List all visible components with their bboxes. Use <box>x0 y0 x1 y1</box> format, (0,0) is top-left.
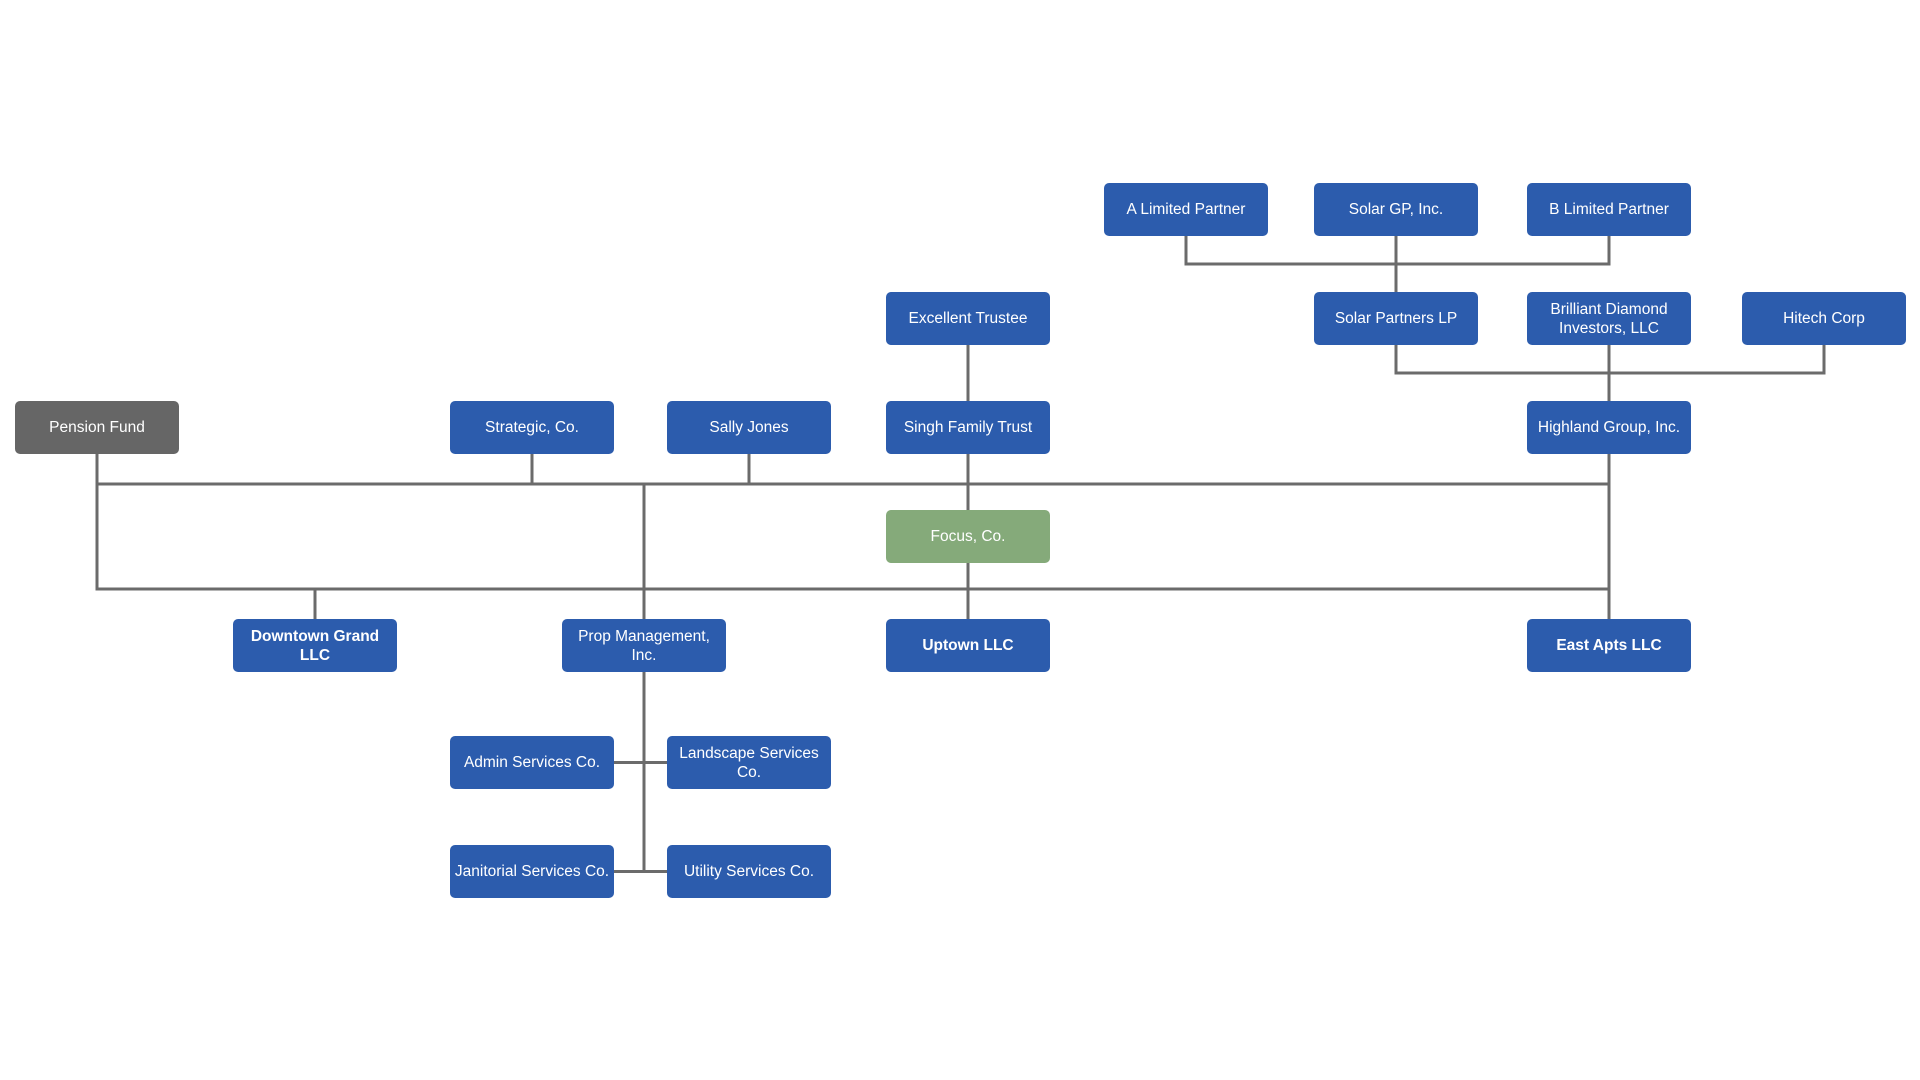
node-label: Excellent Trustee <box>908 310 1028 327</box>
node-label: B Limited Partner <box>1549 201 1669 218</box>
node-label: Strategic, Co. <box>485 419 579 436</box>
node-label: Pension Fund <box>49 419 145 436</box>
node-utility-services[interactable]: Utility Services Co. <box>667 845 831 898</box>
node-landscape-services[interactable]: Landscape Services Co. <box>667 736 831 789</box>
node-janitorial-services[interactable]: Janitorial Services Co. <box>450 845 614 898</box>
node-label: Highland Group, Inc. <box>1537 419 1681 436</box>
node-downtown-grand[interactable]: Downtown Grand LLC <box>233 619 397 672</box>
node-label: Brilliant Diamond Investors, LLC <box>1550 300 1668 337</box>
node-label: East Apts LLC <box>1556 637 1662 654</box>
node-label: Sally Jones <box>709 419 789 436</box>
node-label: Singh Family Trust <box>903 419 1033 436</box>
node-sally-jones[interactable]: Sally Jones <box>667 401 831 454</box>
node-label: Uptown LLC <box>922 637 1014 654</box>
node-focus-co[interactable]: Focus, Co. <box>886 510 1050 563</box>
node-label: Admin Services Co. <box>463 754 601 771</box>
node-label: Utility Services Co. <box>683 863 815 880</box>
node-brilliant-diamond[interactable]: Brilliant Diamond Investors, LLC <box>1527 292 1691 345</box>
node-label: Solar GP, Inc. <box>1348 201 1444 218</box>
node-strategic-co[interactable]: Strategic, Co. <box>450 401 614 454</box>
node-pension-fund[interactable]: Pension Fund <box>15 401 179 454</box>
node-uptown-llc[interactable]: Uptown LLC <box>886 619 1050 672</box>
node-prop-management[interactable]: Prop Management, Inc. <box>562 619 726 672</box>
node-highland-group[interactable]: Highland Group, Inc. <box>1527 401 1691 454</box>
node-admin-services[interactable]: Admin Services Co. <box>450 736 614 789</box>
node-label: Hitech Corp <box>1783 310 1865 327</box>
node-label: A Limited Partner <box>1126 201 1246 218</box>
node-label: Prop Management, Inc. <box>578 627 710 664</box>
node-label: Focus, Co. <box>930 528 1006 545</box>
node-solar-partners-lp[interactable]: Solar Partners LP <box>1314 292 1478 345</box>
node-label: Janitorial Services Co. <box>454 863 610 880</box>
node-b-limited-partner[interactable]: B Limited Partner <box>1527 183 1691 236</box>
node-singh-family-trust[interactable]: Singh Family Trust <box>886 401 1050 454</box>
node-east-apts[interactable]: East Apts LLC <box>1527 619 1691 672</box>
node-excellent-trustee[interactable]: Excellent Trustee <box>886 292 1050 345</box>
node-label: Solar Partners LP <box>1334 310 1458 327</box>
node-label: Landscape Services Co. <box>679 744 819 781</box>
node-solar-gp[interactable]: Solar GP, Inc. <box>1314 183 1478 236</box>
node-label: Downtown Grand LLC <box>250 627 380 664</box>
node-hitech-corp[interactable]: Hitech Corp <box>1742 292 1906 345</box>
node-a-limited-partner[interactable]: A Limited Partner <box>1104 183 1268 236</box>
